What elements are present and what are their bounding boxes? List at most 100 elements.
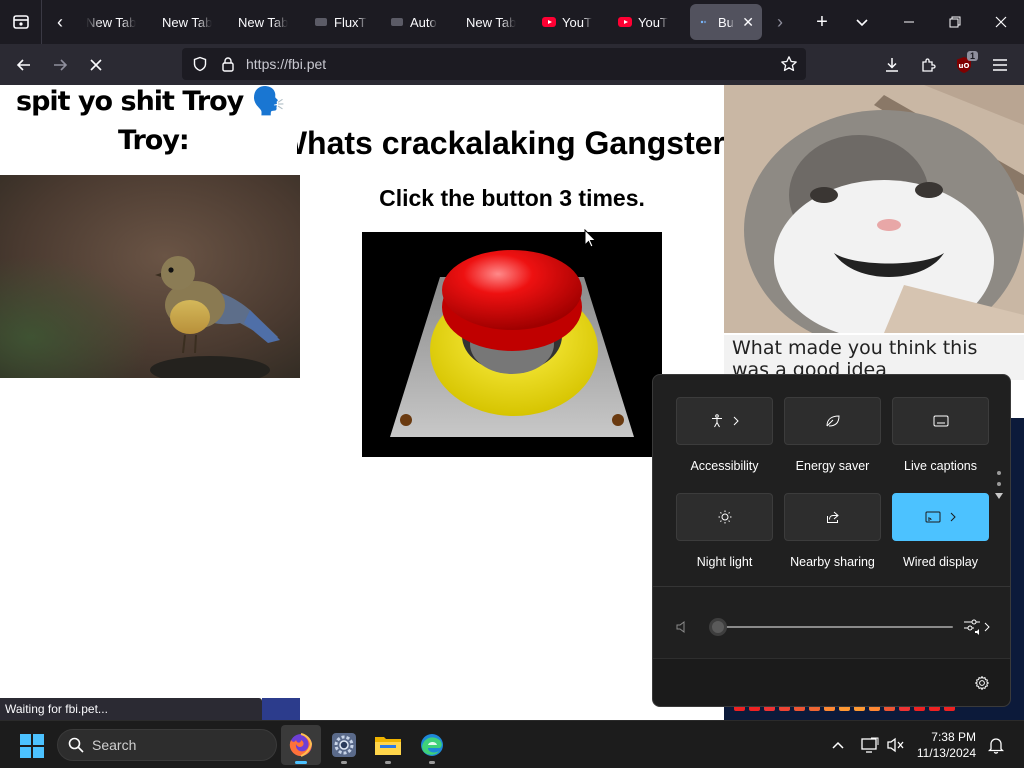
volume-slider-track[interactable]	[717, 626, 953, 628]
file-explorer-icon	[375, 737, 401, 755]
taskbar-settings[interactable]	[324, 725, 364, 765]
stop-loading-button[interactable]	[78, 49, 114, 81]
page-blue-patch	[262, 698, 300, 720]
extensions-button[interactable]	[910, 44, 946, 85]
address-bar[interactable]: https://fbi.pet	[182, 48, 806, 80]
tab-7[interactable]: YouT	[610, 4, 686, 40]
show-hidden-icons-button[interactable]	[826, 721, 850, 768]
running-indicator	[341, 761, 347, 764]
audio-output-button[interactable]	[963, 617, 991, 642]
start-button[interactable]	[20, 734, 44, 758]
close-icon	[995, 16, 1007, 28]
loading-icon	[698, 15, 712, 29]
lock-icon[interactable]	[214, 56, 242, 72]
tab-4[interactable]: Auto	[382, 4, 458, 40]
volume-tray-button[interactable]	[884, 721, 908, 768]
close-tab-icon[interactable]: ✕	[742, 14, 754, 31]
generic-favicon-icon	[390, 15, 404, 29]
plus-icon: +	[816, 10, 828, 33]
speaker-muted-icon[interactable]	[675, 620, 689, 634]
caret-down-icon	[995, 493, 1003, 499]
settings-button[interactable]	[974, 675, 990, 696]
restore-button[interactable]	[932, 0, 978, 44]
bookmark-star-icon[interactable]	[772, 55, 806, 73]
tab-title: New Tab	[162, 14, 213, 30]
tile-nearby-sharing: Nearby sharing	[784, 493, 881, 569]
tab-list: New Tab New Tab New Tab FluxT Auto New T…	[78, 0, 762, 44]
list-all-tabs-button[interactable]	[842, 0, 882, 44]
tab-3[interactable]: FluxT	[306, 4, 382, 40]
clock[interactable]: 7:38 PM 11/13/2024	[916, 729, 976, 761]
tile-label: Night light	[696, 555, 753, 569]
close-window-button[interactable]	[978, 0, 1024, 44]
quick-settings-footer	[653, 658, 1010, 706]
tab-title: FluxT	[334, 14, 367, 30]
tracking-protection-shield-icon[interactable]	[186, 56, 214, 72]
hamburger-menu-icon	[993, 58, 1007, 71]
volume-row	[675, 615, 995, 639]
leaf-icon	[826, 415, 840, 427]
chevron-up-icon	[832, 741, 844, 749]
back-button[interactable]	[6, 49, 42, 81]
firefox-view-button[interactable]	[0, 0, 42, 44]
accessibility-button[interactable]	[676, 397, 773, 445]
tab-title: YouT	[638, 14, 668, 30]
ublock-extension-button[interactable]: uO 1	[946, 44, 982, 85]
forward-button[interactable]	[42, 49, 78, 81]
tab-0[interactable]: New Tab	[78, 4, 154, 40]
mouse-cursor-icon	[584, 229, 597, 248]
active-indicator	[295, 761, 307, 764]
extension-badge: 1	[966, 51, 978, 61]
captions-icon	[933, 415, 948, 427]
display-tray-button[interactable]	[858, 721, 882, 768]
page-indicator[interactable]	[995, 471, 1003, 506]
app-menu-button[interactable]	[982, 44, 1018, 85]
night-light-button[interactable]	[676, 493, 773, 541]
tab-8-active[interactable]: Bu ✕	[690, 4, 762, 40]
instruction-text: Click the button 3 times.	[379, 185, 645, 211]
display-icon	[861, 737, 879, 753]
tile-label: Nearby sharing	[790, 555, 875, 569]
troy-heading-line1: spit yo shit Troy 🗣️	[16, 86, 285, 117]
tile-wired-display: Wired display	[892, 493, 989, 569]
taskbar-search-box[interactable]: Search	[57, 729, 277, 761]
nearby-sharing-button[interactable]	[784, 493, 881, 541]
tab-1[interactable]: New Tab	[154, 4, 230, 40]
volume-slider-thumb[interactable]	[709, 618, 727, 636]
search-icon	[68, 737, 84, 753]
puzzle-icon	[922, 57, 936, 72]
status-bar: Waiting for fbi.pet...	[0, 698, 262, 720]
tab-title: Bu	[718, 14, 734, 30]
cat-meme-photo	[724, 85, 1024, 333]
minimize-button[interactable]	[886, 0, 932, 44]
new-tab-button[interactable]: +	[802, 0, 842, 44]
taskbar: Search 7:38 PM 11/13/2024	[0, 720, 1024, 768]
troy-heading-line2: Troy:	[118, 125, 190, 156]
tab-2[interactable]: New Tab	[230, 4, 306, 40]
tab-scroll-left-button[interactable]: ‹	[42, 0, 78, 44]
live-captions-button[interactable]	[892, 397, 989, 445]
notifications-button[interactable]	[984, 721, 1008, 768]
energy-saver-button[interactable]	[784, 397, 881, 445]
downloads-button[interactable]	[874, 44, 910, 85]
tab-6[interactable]: YouT	[534, 4, 610, 40]
quick-settings-panel: Accessibility Energy saver Live captions…	[652, 374, 1011, 707]
page-dark-strip	[1010, 418, 1024, 718]
search-placeholder: Search	[92, 737, 137, 753]
taskbar-firefox[interactable]	[281, 725, 321, 765]
wired-display-button[interactable]	[892, 493, 989, 541]
tab-scroll-right-button[interactable]: ›	[762, 0, 798, 44]
arrow-left-icon	[16, 58, 30, 71]
cast-icon	[925, 511, 940, 523]
firefox-view-icon	[12, 15, 29, 29]
tab-title: New Tab	[238, 14, 289, 30]
audio-device-icon	[964, 619, 990, 635]
tab-5[interactable]: New Tab	[458, 4, 534, 40]
headline-banner: Whats crackalaking Gangster	[297, 125, 725, 165]
settings-icon	[332, 733, 356, 757]
big-red-button[interactable]	[362, 232, 662, 457]
url-text[interactable]: https://fbi.pet	[246, 56, 326, 72]
clock-date: 11/13/2024	[916, 746, 976, 760]
taskbar-edge[interactable]	[412, 725, 452, 765]
taskbar-file-explorer[interactable]	[368, 725, 408, 765]
